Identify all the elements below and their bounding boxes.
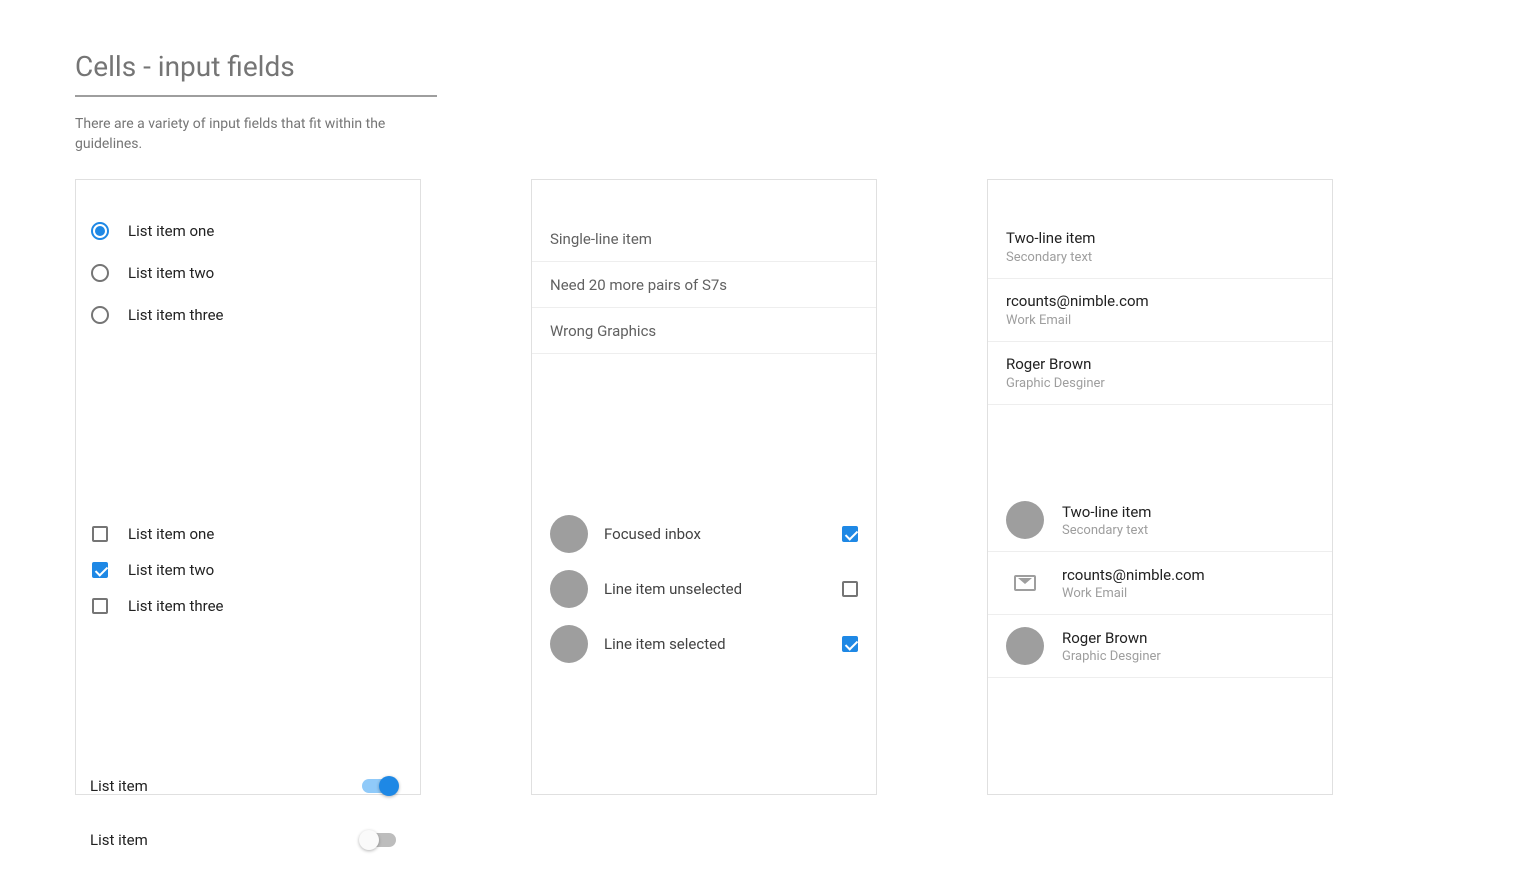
switch-label: List item [90, 777, 148, 795]
single-line-item[interactable]: Need 20 more pairs of S7s [532, 262, 876, 308]
avatar-icon [550, 625, 588, 663]
avatar-icon [1006, 501, 1044, 539]
single-line-item[interactable]: Single-line item [532, 216, 876, 262]
two-line-avatar-item[interactable]: Two-line item Secondary text [988, 489, 1332, 552]
switch-item-1[interactable]: List item [90, 759, 406, 813]
card-two-line: Two-line item Secondary text rcounts@nim… [987, 179, 1333, 795]
two-line-list: Two-line item Secondary text rcounts@nim… [988, 180, 1332, 405]
avatar-item[interactable]: Line item selected [550, 616, 858, 671]
avatar-list: Focused inbox Line item unselected Line … [532, 506, 876, 671]
primary-text: rcounts@nimble.com [1006, 292, 1314, 310]
radio-item-3[interactable]: List item three [90, 294, 406, 336]
avatar-item[interactable]: Focused inbox [550, 506, 858, 561]
switch-item-2[interactable]: List item [90, 813, 406, 867]
secondary-text: Work Email [1062, 586, 1314, 601]
avatar-icon [550, 570, 588, 608]
checkbox-icon [90, 596, 110, 616]
secondary-text: Graphic Desginer [1006, 376, 1314, 391]
single-line-item[interactable]: Wrong Graphics [532, 308, 876, 354]
page-title: Cells - input fields [75, 50, 437, 97]
avatar-label: Line item selected [604, 635, 842, 653]
two-line-item[interactable]: Two-line item Secondary text [988, 216, 1332, 279]
switch-toggle-on[interactable] [362, 779, 396, 793]
card-inputs: List item one List item two List item th… [75, 179, 421, 795]
checkbox-icon[interactable] [842, 581, 858, 597]
single-line-list: Single-line item Need 20 more pairs of S… [532, 180, 876, 354]
radio-icon [90, 221, 110, 241]
two-line-avatar-list: Two-line item Secondary text rcounts@nim… [988, 489, 1332, 678]
check-label: List item one [128, 525, 214, 543]
check-label: List item two [128, 561, 214, 579]
radio-label: List item one [128, 222, 214, 240]
radio-group: List item one List item two List item th… [76, 180, 420, 346]
two-line-item[interactable]: Roger Brown Graphic Desginer [988, 342, 1332, 405]
primary-text: Roger Brown [1062, 629, 1314, 647]
radio-label: List item two [128, 264, 214, 282]
cards-row: List item one List item two List item th… [75, 179, 1443, 795]
switch-toggle-off[interactable] [362, 833, 396, 847]
check-item-1[interactable]: List item one [90, 516, 406, 552]
two-line-item[interactable]: rcounts@nimble.com Work Email [988, 279, 1332, 342]
checkbox-icon[interactable] [842, 526, 858, 542]
primary-text: Roger Brown [1006, 355, 1314, 373]
check-label: List item three [128, 597, 224, 615]
check-item-3[interactable]: List item three [90, 588, 406, 624]
mail-icon [1006, 564, 1044, 602]
two-line-avatar-item[interactable]: rcounts@nimble.com Work Email [988, 552, 1332, 615]
avatar-icon [1006, 627, 1044, 665]
secondary-text: Graphic Desginer [1062, 649, 1314, 664]
secondary-text: Work Email [1006, 313, 1314, 328]
switch-label: List item [90, 831, 148, 849]
checkbox-icon[interactable] [842, 636, 858, 652]
avatar-icon [550, 515, 588, 553]
secondary-text: Secondary text [1062, 523, 1314, 538]
secondary-text: Secondary text [1006, 250, 1314, 265]
card-single-avatar: Single-line item Need 20 more pairs of S… [531, 179, 877, 795]
two-line-avatar-item[interactable]: Roger Brown Graphic Desginer [988, 615, 1332, 678]
primary-text: Two-line item [1006, 229, 1314, 247]
avatar-item[interactable]: Line item unselected [550, 561, 858, 616]
primary-text: Two-line item [1062, 503, 1314, 521]
primary-text: rcounts@nimble.com [1062, 566, 1314, 584]
checkbox-icon [90, 524, 110, 544]
radio-label: List item three [128, 306, 224, 324]
switch-group: List item List item [76, 749, 420, 877]
radio-icon [90, 305, 110, 325]
page-subtitle: There are a variety of input fields that… [75, 115, 415, 154]
radio-icon [90, 263, 110, 283]
avatar-label: Line item unselected [604, 580, 842, 598]
checkbox-group: List item one List item two List item th… [76, 481, 420, 634]
checkbox-icon [90, 560, 110, 580]
radio-item-1[interactable]: List item one [90, 210, 406, 252]
check-item-2[interactable]: List item two [90, 552, 406, 588]
avatar-label: Focused inbox [604, 525, 842, 543]
radio-item-2[interactable]: List item two [90, 252, 406, 294]
